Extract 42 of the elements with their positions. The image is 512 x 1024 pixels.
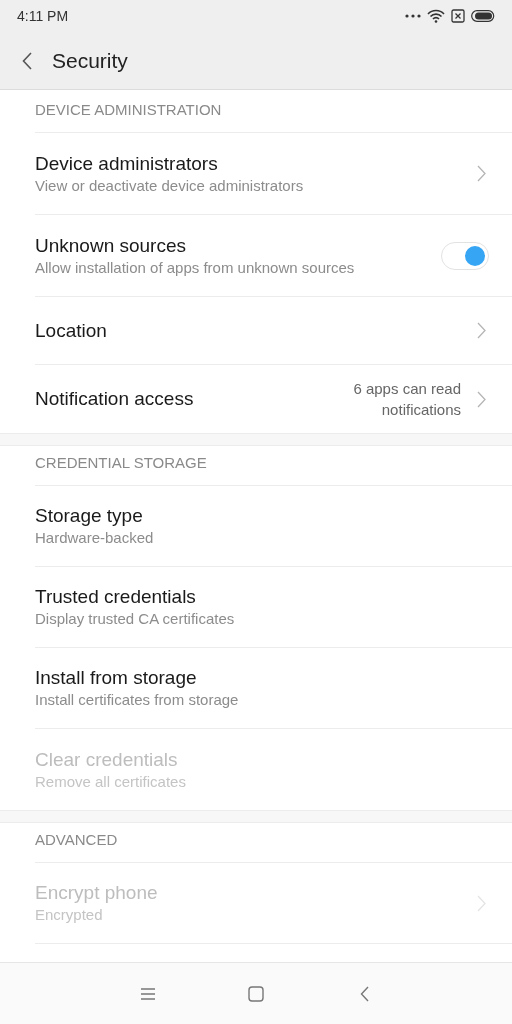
row-subtitle: Display trusted CA certificates: [35, 609, 236, 629]
section-header: ADVANCED: [35, 829, 118, 850]
row-title: Trusted credentials: [35, 585, 197, 609]
wifi-icon: [427, 9, 445, 23]
settings-row[interactable]: Storage type Hardware-backed: [35, 486, 512, 567]
settings-row[interactable]: Install from storage Install certificates from storage: [35, 648, 512, 729]
row-subtitle: Encrypted: [35, 905, 104, 925]
row-subtitle: View or deactivate device administrators: [35, 175, 305, 196]
row-subtitle: Install certificates from storage: [35, 690, 240, 710]
row-title: Storage type: [35, 504, 144, 528]
row-subtitle: Allow installation of apps from unknown sources: [35, 257, 356, 278]
row-title: Unknown sources: [35, 233, 188, 258]
chevron-icon: [477, 165, 486, 182]
page-title: Security: [52, 47, 128, 74]
back-icon: [22, 51, 32, 70]
row-title: Location: [35, 318, 108, 343]
row-title: Device administrators: [35, 151, 219, 176]
settings-row[interactable]: Device administrators View or deactivate device administrators: [35, 133, 512, 215]
row-subtitle: Hardware-backed: [35, 528, 155, 548]
toggle-switch[interactable]: [441, 241, 489, 270]
home-icon: [248, 985, 264, 1002]
settings-row[interactable]: Location: [35, 297, 512, 365]
more-dots-icon: [405, 14, 421, 18]
settings-row[interactable]: Notification access 6 apps can read notifications: [35, 365, 512, 433]
section-header: DEVICE ADMINISTRATION: [35, 99, 222, 120]
settings-row[interactable]: Unknown sources Allow installation of apps from unknown sources: [35, 215, 512, 297]
row-value: 6 apps can read notifications: [352, 379, 461, 420]
row-subtitle: Remove all certificates: [35, 771, 187, 792]
chevron-icon: [477, 390, 486, 408]
settings-row[interactable]: Trusted credentials Display trusted CA certificates: [35, 567, 512, 648]
menu-icon: [140, 987, 156, 1000]
chevron-icon: [477, 322, 486, 339]
row-title: Notification access: [35, 387, 195, 411]
back-icon: [359, 985, 369, 1002]
row-title: Clear credentials: [35, 747, 179, 772]
chevron-icon: [477, 894, 486, 912]
battery-icon: [471, 10, 495, 22]
section-header: CREDENTIAL STORAGE: [35, 452, 207, 473]
status-time: 4:11 PM: [17, 6, 69, 26]
no-sim-icon: [451, 9, 465, 23]
row-title: Install from storage: [35, 666, 198, 690]
row-title: Encrypt phone: [35, 881, 159, 905]
